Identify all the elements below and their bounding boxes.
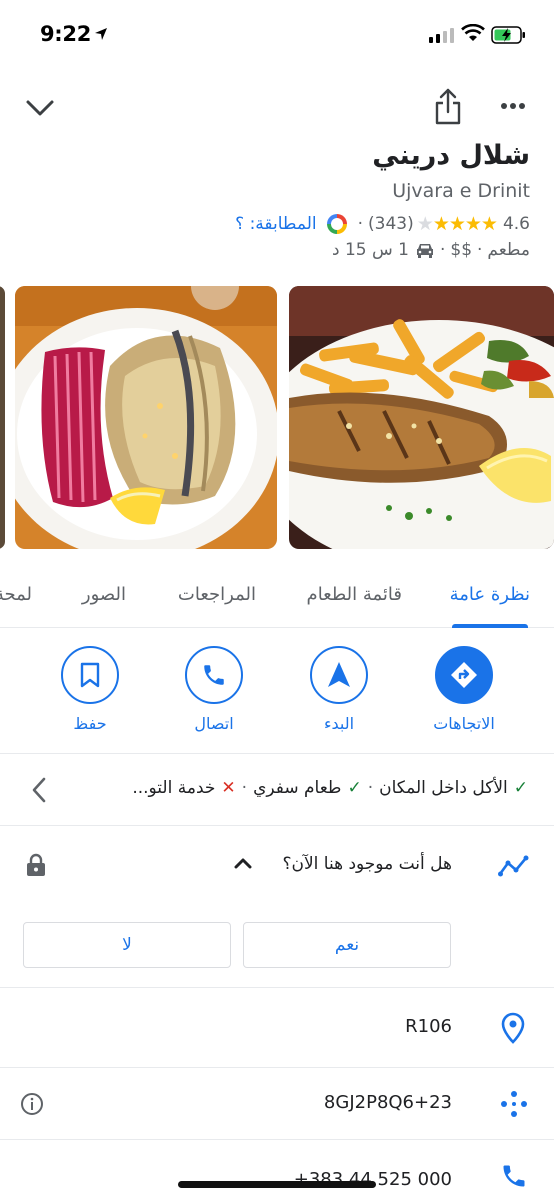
google-logo-icon: [326, 214, 347, 234]
tab-reviews[interactable]: المراجعات: [178, 584, 256, 605]
category: مطعم: [487, 240, 530, 260]
rating-stars-icon: ★★★★★: [416, 213, 498, 235]
phone-icon: [503, 1165, 525, 1187]
plus-code-row[interactable]: 8GJ2P8Q6+23: [0, 1068, 554, 1140]
tab-photos[interactable]: الصور: [82, 584, 126, 605]
battery-icon: [491, 26, 525, 44]
call-button[interactable]: اتصال: [164, 646, 264, 733]
share-icon[interactable]: [433, 88, 463, 126]
rating-value: 4.6: [502, 214, 530, 234]
photo-trout-fries[interactable]: [289, 286, 554, 549]
takeaway-label: طعام سفري: [253, 778, 342, 798]
dine-in-label: الأكل داخل المكان: [379, 778, 508, 798]
status-bar: 9:22: [0, 0, 554, 70]
photo-fish-plate[interactable]: [15, 286, 277, 549]
no-button[interactable]: لا: [23, 922, 231, 968]
tab-bar: نظرة عامة قائمة الطعام المراجعات الصور ل…: [0, 570, 554, 628]
car-icon: [416, 244, 433, 258]
trending-icon: [498, 855, 529, 877]
bookmark-icon: [61, 646, 119, 704]
address-row[interactable]: R106: [0, 988, 554, 1068]
check-icon: ✓: [347, 778, 362, 798]
phone-icon: [185, 646, 243, 704]
start-button[interactable]: البدء: [289, 646, 389, 733]
review-count: (343): [368, 214, 414, 234]
plus-code-text: 8GJ2P8Q6+23: [323, 1092, 452, 1113]
top-bar: [0, 86, 554, 130]
photo-partial[interactable]: [0, 286, 5, 549]
rating-row[interactable]: 4.6 ★★★★★ (343) · المطابقة: ؟: [235, 212, 530, 236]
more-options-icon[interactable]: [500, 102, 526, 110]
check-icon: ✓: [513, 778, 528, 798]
action-buttons: الاتجاهات البدء اتصال حفظ: [0, 628, 554, 754]
info-row: مطعم · $$ · 1 س 15 د: [331, 240, 530, 260]
tab-overview[interactable]: نظرة عامة: [450, 584, 530, 605]
phone-row[interactable]: +383 44 525 000: [0, 1140, 554, 1200]
chevron-down-icon[interactable]: [24, 92, 56, 124]
chevron-up-icon[interactable]: [234, 857, 252, 869]
tab-about[interactable]: لمحة: [0, 584, 32, 605]
price-level: $$: [450, 240, 473, 260]
plus-code-icon: [501, 1091, 527, 1117]
address-text: R106: [405, 1016, 452, 1037]
navigation-arrow-icon: [310, 646, 368, 704]
info-icon[interactable]: [20, 1092, 44, 1116]
save-button[interactable]: حفظ: [40, 646, 140, 733]
chevron-left-icon[interactable]: [30, 776, 48, 804]
photo-carousel[interactable]: [0, 286, 554, 549]
cross-icon: ✕: [221, 778, 236, 798]
lock-icon: [27, 853, 45, 876]
status-time: 9:22: [40, 22, 92, 46]
are-you-here-question: هل أنت موجود هنا الآن؟: [282, 854, 452, 874]
match-label[interactable]: المطابقة: ؟: [235, 214, 316, 234]
signal-icon: [429, 28, 454, 43]
directions-icon: [435, 646, 493, 704]
directions-button[interactable]: الاتجاهات: [414, 646, 514, 733]
service-options[interactable]: ✓الأكل داخل المكان·✓طعام سفري·✕خدمة التو…: [0, 754, 554, 826]
yes-button[interactable]: نعم: [243, 922, 451, 968]
place-subtitle: Ujvara e Drinit: [392, 180, 530, 202]
home-indicator[interactable]: [178, 1181, 376, 1188]
location-arrow-icon: [95, 28, 107, 40]
tab-menu[interactable]: قائمة الطعام: [307, 584, 402, 605]
wifi-icon: [461, 24, 485, 41]
place-title: شلال دريني: [372, 140, 530, 171]
drive-time: 1 س 15 د: [331, 240, 409, 260]
location-pin-icon: [501, 1012, 525, 1044]
are-you-here-section: هل أنت موجود هنا الآن؟ نعم لا: [0, 826, 554, 988]
delivery-label: خدمة التو...: [132, 778, 216, 798]
